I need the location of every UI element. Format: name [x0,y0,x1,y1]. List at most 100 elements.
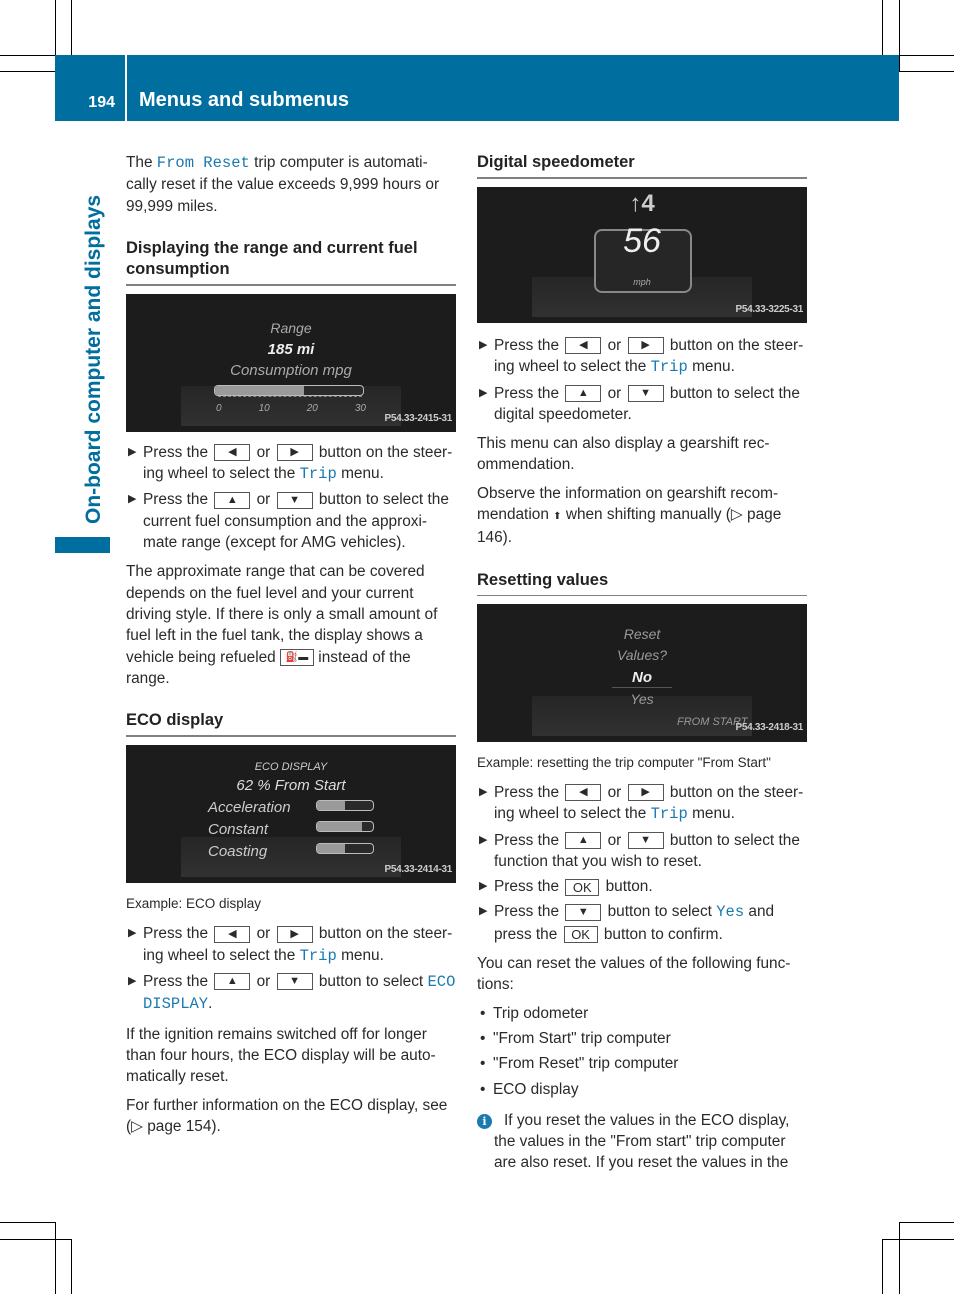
instruction-step: ▶ Press the OK button. [477,876,807,897]
list-item: • "From Reset" trip computer [480,1055,679,1073]
crop-mark [0,71,55,72]
figure-caption: Example: resetting the trip computer "Fr… [477,754,771,770]
crop-mark [899,71,954,72]
instruction-step: ▶ Press the ◀ or ▶ button on the steer-in… [479,337,804,377]
reset-option-yes: Yes [630,690,654,707]
screen-label-range: Range [270,319,312,336]
reset-screen-image: Reset Values? No Yes FROM START P54.33-2… [477,603,807,742]
instruction-step: ▶ Press the ◀ or ▶ button on the steer-in… [128,443,453,484]
page-number-box: 194 [55,55,125,121]
right-button-key: ▶ [276,444,313,462]
crop-mark [0,1222,55,1223]
list-item: • ECO display [480,1080,579,1098]
down-button-key: ▼ [276,491,313,509]
down-button-key: ▼ [627,385,664,403]
step-arrow-icon: ▶ [479,905,488,918]
up-button-key: ▲ [565,832,602,849]
figure-code: P54.33-3225-31 [735,303,803,315]
crop-mark [899,55,954,56]
reset-paragraph: You can reset the values of the followin… [477,955,791,994]
header-bar: Menus and submenus [127,55,899,121]
crop-mark [71,1239,72,1294]
right-column: Digital speedometer ↑4 56 mph P54.33-322… [477,152,807,1178]
gear-hint: ↑4 [629,190,655,217]
step-arrow-icon: ▶ [479,386,488,399]
code-trip: Trip [650,805,688,824]
range-screen-image: Range 185 mi Consumption mpg 0 10 20 30 … [126,293,456,432]
section-heading-range: Displaying the range and current fuel co… [126,238,418,278]
step-arrow-icon: ▶ [128,445,137,458]
instruction-step: ▶ Press the ◀ or ▶ button on the steer-in… [128,925,453,965]
left-button-key: ◀ [214,925,251,943]
down-button-key: ▼ [276,973,313,991]
section-heading-reset: Resetting values [477,570,609,589]
instruction-step: ▶ Press the ▲ or ▼ button to select ECO D… [128,973,456,1014]
heading-rule [477,594,807,596]
right-button-key: ▶ [276,925,313,943]
refuel-icon: ⛽▬ [280,649,315,666]
down-button-key: ▼ [627,832,664,849]
code-trip: Trip [299,465,337,484]
crop-mark [899,0,900,71]
page-number: 194 [88,94,115,111]
up-button-key: ▲ [214,973,251,991]
scale-line [218,395,362,397]
eco-coasting-bar [316,843,374,855]
heading-rule [477,177,807,179]
heading-rule [126,735,456,738]
crop-mark [55,1222,56,1294]
info-note: i If you reset the values in the ECO disp… [477,1110,807,1174]
section-heading-speedometer: Digital speedometer [477,153,635,171]
instruction-step: ▶ Press the ▲ or ▼ button to select the d… [479,384,800,423]
up-button-key: ▲ [214,491,251,509]
left-button-key: ◀ [565,337,602,355]
instruction-step: ▶ Press the ◀ or ▶ button on the steer-in… [479,783,804,824]
crop-mark [899,1222,954,1223]
ok-button-key: OK [563,926,598,944]
step-arrow-icon: ▶ [128,493,137,506]
page-title: Menus and submenus [139,89,350,111]
up-button-key: ▲ [565,385,602,403]
speed-value: 56 [623,222,661,260]
step-arrow-icon: ▶ [479,785,488,798]
code-trip: Trip [299,946,337,965]
consumption-bar-fill [215,385,304,395]
option-divider [612,686,672,688]
right-button-key: ▶ [627,784,664,802]
eco-screen-image: ECO DISPLAY 62 % From Start Acceleration… [126,745,456,884]
gearshift-up-icon: ⬆ [553,511,562,523]
step-arrow-icon: ▶ [128,927,137,940]
crop-mark [71,0,72,55]
crop-mark [882,1239,954,1240]
eco-acceleration-bar [316,800,374,812]
code-yes: Yes [716,903,745,922]
figure-code: P54.33-2418-31 [735,722,803,734]
scale-ticks: 0 10 20 30 [216,398,366,419]
step-arrow-icon: ▶ [128,975,137,988]
side-tab-label: On-board computer and displays [82,194,105,524]
scale-tick: 30 [354,402,366,414]
crop-mark [899,1222,900,1294]
reset-option-no: No [632,668,652,686]
figure-code: P54.33-2414-31 [384,863,452,875]
scale-tick: 20 [306,402,318,414]
code-trip: Trip [650,358,688,377]
left-button-key: ◀ [565,784,602,802]
screen-range-value: 185 mi [267,340,315,358]
eco-row-label: Coasting [208,843,268,861]
figure-caption: Example: ECO display [126,896,262,912]
down-button-key: ▼ [565,903,602,921]
instruction-step: ▶ Press the ▲ or ▼ button to select the c… [128,491,449,552]
speed-unit: mph [633,277,651,287]
code-from-reset: From Reset [156,154,250,172]
eco-paragraph-2: For further information on the ECO displ… [126,1096,448,1135]
crop-mark [0,1239,71,1240]
crop-mark [0,55,55,56]
eco-row-label: Constant [208,821,269,839]
speedometer-screen-image: ↑4 56 mph P54.33-3225-31 [477,187,807,323]
figure-code: P54.33-2415-31 [384,412,452,424]
crop-mark [882,1239,883,1294]
heading-rule [126,283,456,286]
reset-screen-line1: Reset [623,625,661,642]
speedo-paragraph-2: Observe the information on gearshift rec… [477,484,782,547]
